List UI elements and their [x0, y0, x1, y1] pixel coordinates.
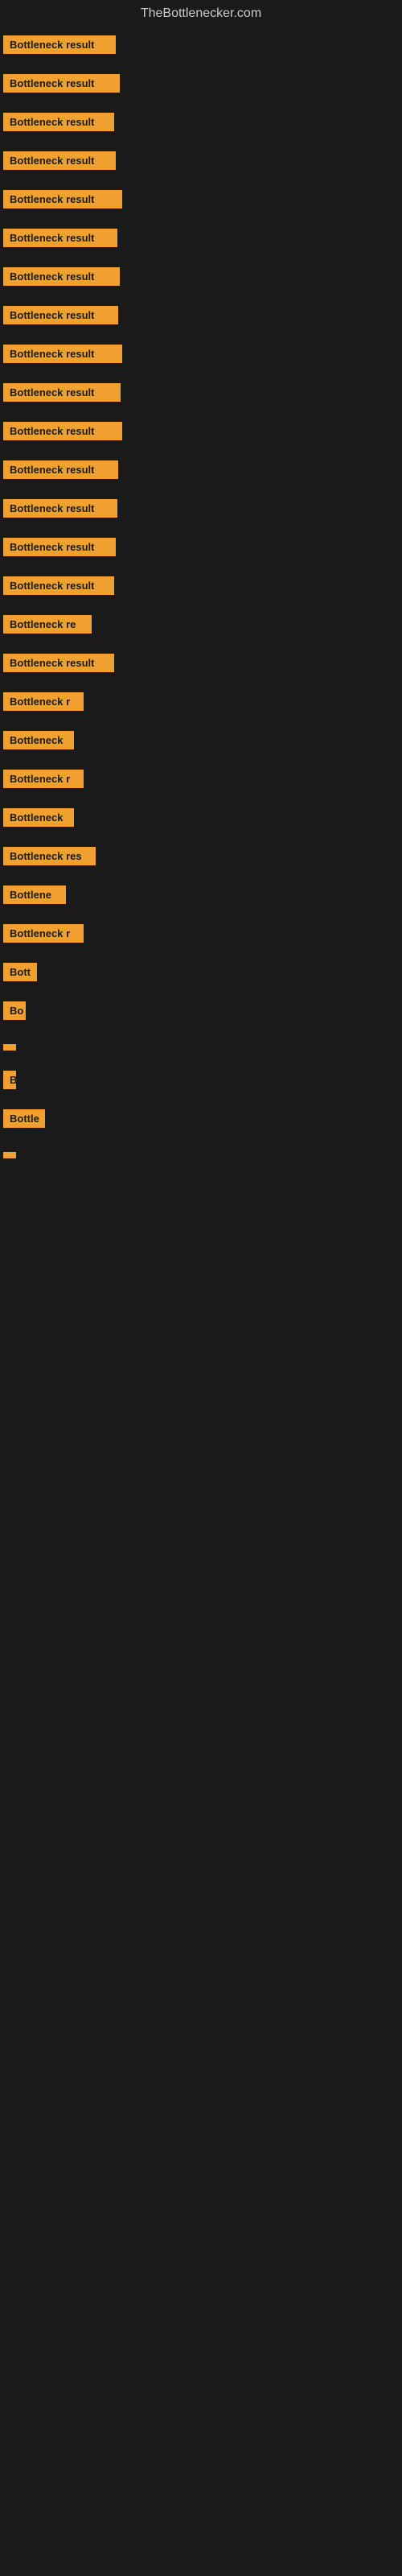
- bar-row: Bottleneck: [0, 723, 402, 762]
- bottleneck-result-bar[interactable]: Bottleneck result: [3, 460, 118, 479]
- bottleneck-result-bar[interactable]: Bottleneck re: [3, 615, 92, 634]
- bottleneck-result-bar[interactable]: Bottleneck result: [3, 654, 114, 672]
- bottleneck-result-bar[interactable]: Bottlene: [3, 886, 66, 904]
- bar-row: Bottleneck result: [0, 530, 402, 568]
- bottleneck-result-bar[interactable]: Bottleneck result: [3, 190, 122, 208]
- bar-row: Bottleneck result: [0, 452, 402, 491]
- bar-row: Bottleneck result: [0, 646, 402, 684]
- bar-row: Bottleneck result: [0, 105, 402, 143]
- bottleneck-result-bar[interactable]: Bottleneck: [3, 731, 74, 749]
- bottleneck-result-bar[interactable]: Bottleneck r: [3, 924, 84, 943]
- bar-row: Bottleneck re: [0, 607, 402, 646]
- bar-row: Bottleneck result: [0, 491, 402, 530]
- bar-row: Bottleneck r: [0, 916, 402, 955]
- bar-row: Bottleneck result: [0, 375, 402, 414]
- bar-row: Bottleneck result: [0, 27, 402, 66]
- bottleneck-result-bar[interactable]: Bottleneck result: [3, 576, 114, 595]
- bar-row: [0, 1140, 402, 1170]
- bottleneck-result-bar[interactable]: Bottleneck result: [3, 383, 121, 402]
- bottleneck-result-bar[interactable]: Bottleneck result: [3, 151, 116, 170]
- bottleneck-result-bar[interactable]: Bottleneck result: [3, 35, 116, 54]
- bar-row: Bottleneck result: [0, 143, 402, 182]
- bar-row: Bottleneck result: [0, 221, 402, 259]
- bar-row: [0, 1032, 402, 1063]
- bar-row: Bottleneck r: [0, 762, 402, 800]
- bottleneck-result-bar[interactable]: Bott: [3, 963, 37, 981]
- bar-row: Bottlene: [0, 877, 402, 916]
- bottleneck-result-bar[interactable]: Bottleneck result: [3, 229, 117, 247]
- bottleneck-result-bar[interactable]: [3, 1044, 16, 1051]
- bottleneck-result-bar[interactable]: Bottleneck result: [3, 499, 117, 518]
- bottleneck-result-bar[interactable]: Bottleneck result: [3, 422, 122, 440]
- bottleneck-result-bar[interactable]: Bottleneck res: [3, 847, 96, 865]
- bottleneck-result-bar[interactable]: Bottleneck r: [3, 692, 84, 711]
- bar-row: Bottleneck r: [0, 684, 402, 723]
- bottleneck-result-bar[interactable]: Bottleneck r: [3, 770, 84, 788]
- bar-row: Bo: [0, 993, 402, 1032]
- bar-row: Bottleneck result: [0, 259, 402, 298]
- bar-row: Bottleneck result: [0, 414, 402, 452]
- bar-row: Bottleneck res: [0, 839, 402, 877]
- bottleneck-result-bar[interactable]: B: [3, 1071, 16, 1089]
- bottleneck-result-bar[interactable]: Bottleneck result: [3, 113, 114, 131]
- bottleneck-result-bar[interactable]: Bottleneck result: [3, 306, 118, 324]
- bottleneck-result-bar[interactable]: Bottle: [3, 1109, 45, 1128]
- bottleneck-result-bar[interactable]: Bottleneck result: [3, 538, 116, 556]
- bar-row: B: [0, 1063, 402, 1101]
- site-title: TheBottlenecker.com: [0, 0, 402, 27]
- bottleneck-result-bar[interactable]: [3, 1152, 16, 1158]
- site-title-text: TheBottlenecker.com: [141, 6, 261, 20]
- bottleneck-result-bar[interactable]: Bo: [3, 1001, 26, 1020]
- bar-row: Bottleneck result: [0, 182, 402, 221]
- bottleneck-result-bar[interactable]: Bottleneck result: [3, 74, 120, 93]
- bar-row: Bottle: [0, 1101, 402, 1140]
- bar-row: Bottleneck: [0, 800, 402, 839]
- bars-container: Bottleneck result Bottleneck result Bottle…: [0, 27, 402, 1170]
- bar-row: Bottleneck result: [0, 336, 402, 375]
- bar-row: Bott: [0, 955, 402, 993]
- bottleneck-result-bar[interactable]: Bottleneck: [3, 808, 74, 827]
- bar-row: Bottleneck result: [0, 66, 402, 105]
- bar-row: Bottleneck result: [0, 568, 402, 607]
- bar-row: Bottleneck result: [0, 298, 402, 336]
- bottleneck-result-bar[interactable]: Bottleneck result: [3, 345, 122, 363]
- bottleneck-result-bar[interactable]: Bottleneck result: [3, 267, 120, 286]
